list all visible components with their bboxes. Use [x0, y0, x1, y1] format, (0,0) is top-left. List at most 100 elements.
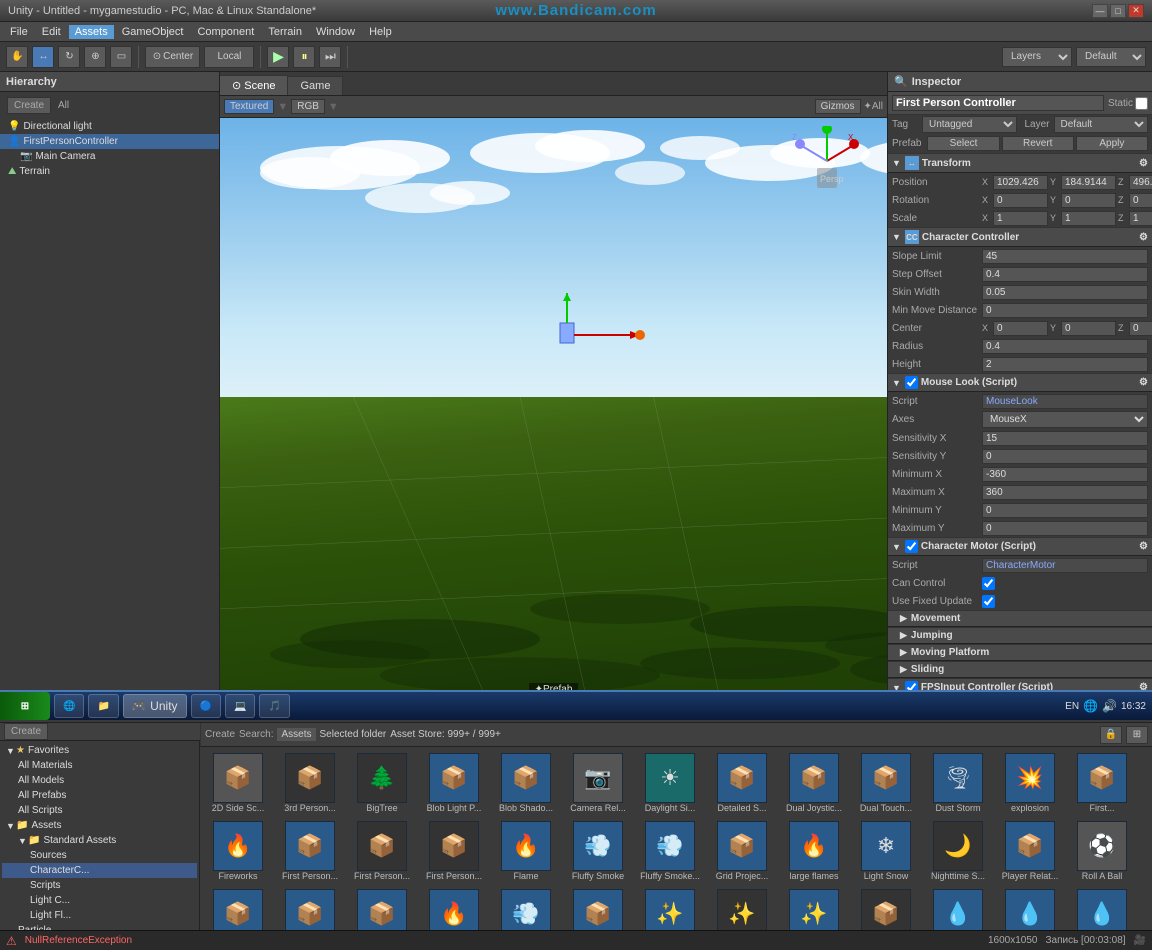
- asset-item[interactable]: 📦 Single Tou...: [276, 887, 344, 930]
- asset-item[interactable]: 📦 3rd Person...: [276, 751, 344, 815]
- hierarchy-item-terrain[interactable]: ⛰ Terrain: [0, 164, 219, 179]
- tree-all-materials[interactable]: All Materials: [2, 758, 197, 773]
- hand-tool[interactable]: ✋: [6, 46, 28, 68]
- mouse-look-settings[interactable]: ⚙: [1139, 377, 1148, 388]
- move-tool[interactable]: ↔: [32, 46, 54, 68]
- taskbar-item-vs[interactable]: 💻: [225, 694, 255, 718]
- menu-file[interactable]: File: [4, 25, 34, 39]
- asset-lock-btn[interactable]: 🔒: [1100, 726, 1122, 744]
- asset-item[interactable]: 📦 Dual Joystic...: [780, 751, 848, 815]
- prefab-apply-btn[interactable]: Apply: [1076, 136, 1148, 151]
- pivot-toggle[interactable]: ⊙ Center: [145, 46, 200, 68]
- textured-tool[interactable]: Textured: [224, 99, 274, 114]
- pos-x-field[interactable]: [993, 175, 1048, 190]
- asset-item[interactable]: ✨ Sparkle Ric...: [636, 887, 704, 930]
- play-button[interactable]: ▶: [267, 46, 289, 68]
- gizmos-toggle[interactable]: Gizmos: [815, 99, 861, 114]
- height-value[interactable]: [982, 357, 1148, 372]
- static-checkbox[interactable]: [1135, 97, 1148, 110]
- asset-item[interactable]: ⚽ Roll A Ball: [1068, 819, 1136, 883]
- asset-item[interactable]: 📦 Blob Shado...: [492, 751, 560, 815]
- taskbar-item-chrome[interactable]: 🔵: [191, 694, 221, 718]
- ml-maxy-value[interactable]: [982, 521, 1148, 536]
- rot-z-field[interactable]: [1129, 193, 1152, 208]
- char-ctrl-settings[interactable]: ⚙: [1139, 232, 1148, 243]
- layer-dropdown[interactable]: Default: [1054, 116, 1149, 133]
- asset-item[interactable]: 📦 Single Joysti...: [204, 887, 272, 930]
- asset-item[interactable]: 💥 explosion: [996, 751, 1064, 815]
- minimize-button[interactable]: —: [1092, 4, 1108, 18]
- char-controller-section-header[interactable]: ▼ CC Character Controller ⚙: [888, 227, 1152, 247]
- asset-item[interactable]: 💨 Fluffy Smoke...: [636, 819, 704, 883]
- tree-standard-assets[interactable]: ▼ 📁 Standard Assets: [2, 833, 197, 848]
- char-motor-section-header[interactable]: ▼ Character Motor (Script) ⚙: [888, 537, 1152, 556]
- layout-dropdown[interactable]: Default: [1076, 47, 1146, 67]
- hierarchy-item-main-camera[interactable]: 📷 Main Camera: [0, 149, 219, 164]
- skin-value[interactable]: [982, 285, 1148, 300]
- pos-z-field[interactable]: [1129, 175, 1152, 190]
- rot-y-field[interactable]: [1061, 193, 1116, 208]
- asset-item[interactable]: 📦 First Person...: [420, 819, 488, 883]
- asset-item[interactable]: 📦 2D Side Sc...: [204, 751, 272, 815]
- asset-item[interactable]: 📦 Blob Light P...: [420, 751, 488, 815]
- asset-item[interactable]: 📦 Small explo...: [348, 887, 416, 930]
- asset-item[interactable]: ❄ Light Snow: [852, 819, 920, 883]
- pos-y-field[interactable]: [1061, 175, 1116, 190]
- cm-jumping-section[interactable]: ▶ Jumping: [888, 627, 1152, 644]
- ml-sensy-value[interactable]: [982, 449, 1148, 464]
- transform-settings-icon[interactable]: ⚙: [1139, 158, 1148, 169]
- cm-movement-section[interactable]: ▶ Movement: [888, 610, 1152, 627]
- menu-window[interactable]: Window: [310, 25, 361, 39]
- cm-can-control-check[interactable]: [982, 577, 995, 590]
- center-x[interactable]: [993, 321, 1048, 336]
- asset-item[interactable]: 🔥 large flames: [780, 819, 848, 883]
- char-motor-enabled[interactable]: [905, 540, 918, 553]
- asset-item[interactable]: 📦 Detailed S...: [708, 751, 776, 815]
- tree-sources[interactable]: Sources: [2, 848, 197, 863]
- taskbar-item-folder[interactable]: 📁: [88, 694, 118, 718]
- asset-item[interactable]: 📦 First Person...: [348, 819, 416, 883]
- tag-dropdown[interactable]: Untagged: [922, 116, 1017, 133]
- maximize-button[interactable]: □: [1110, 4, 1126, 18]
- asset-item[interactable]: 📦 Dual Touch...: [852, 751, 920, 815]
- asset-item[interactable]: 📷 Camera Rel...: [564, 751, 632, 815]
- taskbar-item-unity[interactable]: 🎮 Unity: [123, 694, 187, 718]
- center-z[interactable]: [1129, 321, 1152, 336]
- tree-character[interactable]: CharacterC...: [2, 863, 197, 878]
- start-button[interactable]: ⊞: [0, 692, 50, 720]
- tree-light-c[interactable]: Light C...: [2, 893, 197, 908]
- asset-view-btn[interactable]: ⊞: [1126, 726, 1148, 744]
- mouse-look-enabled[interactable]: [905, 376, 918, 389]
- tree-scripts[interactable]: Scripts: [2, 878, 197, 893]
- asset-item[interactable]: 📦 Soap Bubbl...: [564, 887, 632, 930]
- asset-item[interactable]: 🌪 Dust Storm: [924, 751, 992, 815]
- radius-value[interactable]: [982, 339, 1148, 354]
- step-value[interactable]: [982, 267, 1148, 282]
- menu-help[interactable]: Help: [363, 25, 398, 39]
- asset-item[interactable]: 🌲 BigTree: [348, 751, 416, 815]
- char-motor-settings[interactable]: ⚙: [1139, 541, 1148, 552]
- tree-favorites[interactable]: ▼ ★ Favorites: [2, 743, 197, 758]
- asset-item[interactable]: 📦 First Person...: [276, 819, 344, 883]
- rect-tool[interactable]: ▭: [110, 46, 132, 68]
- tree-assets[interactable]: ▼ 📁 Assets: [2, 818, 197, 833]
- prefab-select-btn[interactable]: Select: [927, 136, 999, 151]
- cm-sliding-section[interactable]: ▶ Sliding: [888, 661, 1152, 678]
- asset-item[interactable]: ✨ Sparks: [708, 887, 776, 930]
- tree-all-prefabs[interactable]: All Prefabs: [2, 788, 197, 803]
- asset-item[interactable]: 💨 Smoke Trail: [492, 887, 560, 930]
- asset-item[interactable]: 📦 Player Relat...: [996, 819, 1064, 883]
- ml-minx-value[interactable]: [982, 467, 1148, 482]
- viewport[interactable]: X Y Z Persp ✦Prefab: [220, 118, 887, 700]
- menu-assets[interactable]: Assets: [69, 25, 114, 39]
- rot-x-field[interactable]: [993, 193, 1048, 208]
- tree-light-fl[interactable]: Light Fl...: [2, 908, 197, 923]
- ml-axes-dropdown[interactable]: MouseX: [982, 411, 1148, 428]
- hierarchy-item-fps-controller[interactable]: 👤 FirstPersonController: [0, 134, 219, 149]
- space-toggle[interactable]: Local: [204, 46, 254, 68]
- asset-item[interactable]: 💨 Fluffy Smoke: [564, 819, 632, 883]
- menu-component[interactable]: Component: [191, 25, 260, 39]
- step-button[interactable]: ⏭: [319, 46, 341, 68]
- tree-all-models[interactable]: All Models: [2, 773, 197, 788]
- tree-particle[interactable]: Particle: [2, 923, 197, 930]
